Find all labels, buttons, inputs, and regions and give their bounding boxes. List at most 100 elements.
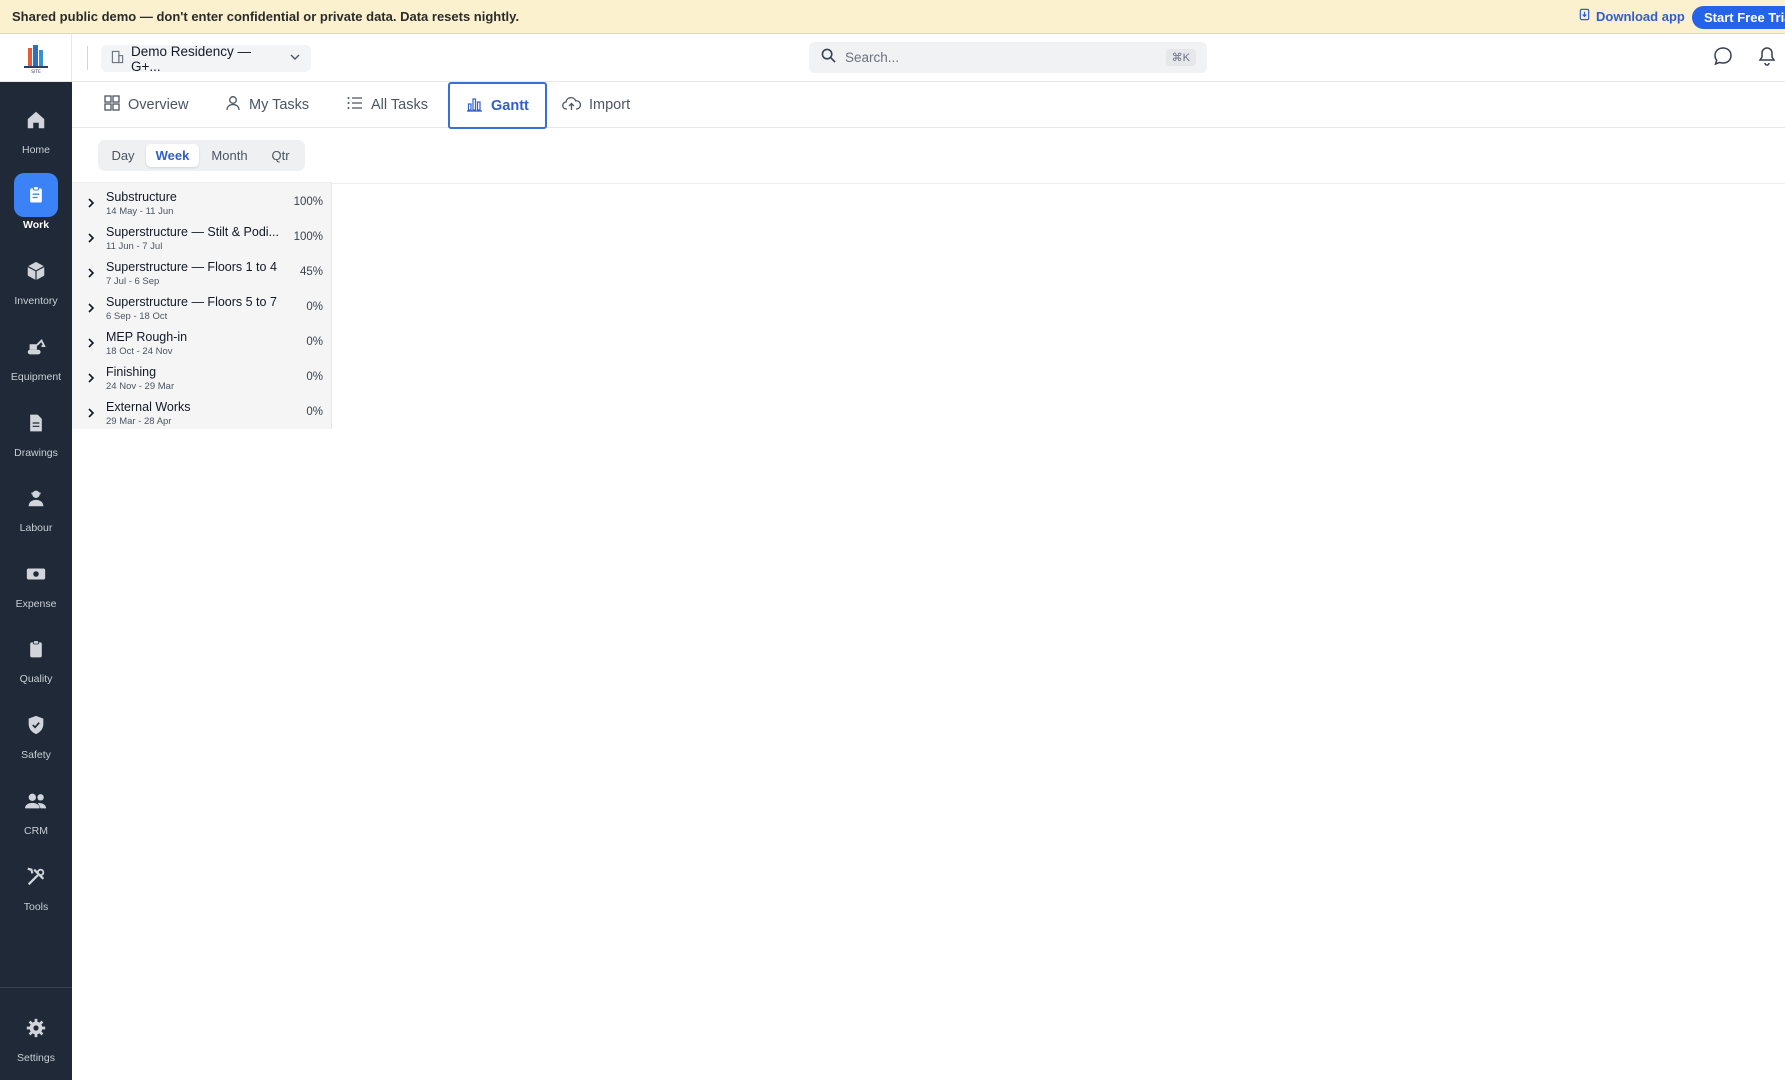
scale-qtr-button[interactable]: Qtr [260, 144, 301, 167]
phase-progress: 0% [306, 336, 323, 348]
tab-all-tasks[interactable]: All Tasks [331, 82, 444, 128]
start-trial-button[interactable]: Start Free Trial [1692, 6, 1785, 29]
nav-label: Expense [15, 598, 57, 610]
nav-labour[interactable]: Labour [0, 476, 72, 542]
phase-dates: 6 Sep - 18 Oct [106, 311, 168, 322]
nav-label: Labour [19, 522, 53, 534]
building-icon [111, 50, 124, 67]
nav-safety[interactable]: Safety [0, 703, 72, 769]
phase-dates: 29 Mar - 28 Apr [106, 416, 172, 427]
nav-label: Settings [17, 1052, 55, 1064]
users-icon [14, 779, 58, 823]
tab-overview[interactable]: Overview [88, 82, 204, 128]
nav-label: CRM [24, 825, 48, 837]
gantt-row[interactable]: MEP Rough-in 18 Oct - 24 Nov 0% [72, 325, 332, 360]
user-icon [225, 95, 241, 115]
svg-text:SITE: SITE [31, 69, 41, 74]
phase-progress: 0% [306, 301, 323, 313]
phase-dates: 24 Nov - 29 Mar [106, 381, 175, 392]
phase-progress: 100% [293, 196, 323, 208]
clipboard-check-icon [14, 627, 58, 671]
gear-icon [14, 1006, 58, 1050]
document-icon [14, 401, 58, 445]
box-icon [14, 249, 58, 293]
search-shortcut: ⌘K [1165, 49, 1196, 66]
home-icon [14, 98, 58, 142]
phase-name: Finishing [106, 365, 157, 379]
nav-label: Drawings [14, 447, 58, 459]
nav-label: Home [21, 144, 50, 156]
nav-crm[interactable]: CRM [0, 779, 72, 845]
gantt-row[interactable]: Finishing 24 Nov - 29 Mar 0% [72, 360, 332, 395]
project-name: Demo Residency — G+... [131, 43, 252, 74]
phase-dates: 7 Jul - 6 Sep [106, 276, 160, 287]
tab-import[interactable]: Import [546, 82, 646, 128]
phase-progress: 45% [299, 266, 323, 278]
sidebar: SITE Home Work Inventory Equipment Drawi… [0, 34, 72, 1080]
scale-month-button[interactable]: Month [201, 144, 258, 167]
phase-name: Substructure [106, 190, 177, 204]
logo[interactable]: SITE [0, 34, 72, 82]
tools-icon [14, 855, 58, 899]
chevron-right-icon[interactable] [86, 196, 96, 214]
gantt-row[interactable]: Superstructure — Stilt & Podi... 11 Jun … [72, 220, 332, 255]
nav-equipment[interactable]: Equipment [0, 325, 72, 391]
sidebar-divider [0, 987, 72, 988]
nav-expense[interactable]: Expense [0, 552, 72, 618]
search-input[interactable]: Search... ⌘K [809, 42, 1207, 73]
download-label: Download app [1596, 8, 1685, 24]
gantt-row[interactable]: Substructure 14 May - 11 Jun 100% [72, 185, 332, 220]
phase-dates: 18 Oct - 24 Nov [106, 346, 173, 357]
tab-label: All Tasks [371, 97, 428, 113]
banner-text: Shared public demo — don't enter confide… [12, 9, 520, 24]
phase-name: External Works [106, 400, 191, 414]
worker-icon [14, 476, 58, 520]
search-placeholder: Search... [845, 50, 900, 65]
nav-label: Equipment [10, 371, 62, 383]
project-selector[interactable]: Demo Residency — G+... [101, 43, 311, 74]
gantt-panel-header: Day Week Month Qtr [72, 128, 332, 183]
chevron-right-icon[interactable] [86, 301, 96, 319]
chevron-right-icon[interactable] [86, 406, 96, 424]
cloud-upload-icon [562, 96, 582, 115]
phase-progress: 100% [293, 231, 323, 243]
nav-home[interactable]: Home [0, 98, 72, 164]
phase-progress: 0% [306, 371, 323, 383]
tab-bar: Overview My Tasks All Tasks Gantt Import [72, 82, 1785, 129]
bell-icon[interactable] [1758, 46, 1776, 71]
chevron-down-icon [289, 51, 301, 66]
nav-label: Quality [19, 673, 53, 685]
tab-my-tasks[interactable]: My Tasks [209, 82, 325, 128]
shield-icon [14, 703, 58, 747]
scale-week-button[interactable]: Week [146, 144, 199, 167]
nav-work[interactable]: Work [0, 173, 72, 239]
nav-tools[interactable]: Tools [0, 855, 72, 921]
phase-name: Superstructure — Floors 1 to 4 [106, 260, 277, 274]
chevron-right-icon[interactable] [86, 371, 96, 389]
clipboard-icon [14, 173, 58, 217]
download-app-link[interactable]: Download app [1578, 8, 1685, 24]
chevron-right-icon[interactable] [86, 231, 96, 249]
logo-icon: SITE [23, 44, 48, 74]
gantt-row[interactable]: External Works 29 Mar - 28 Apr 0% [72, 395, 332, 430]
phase-dates: 14 May - 11 Jun [106, 206, 174, 217]
gantt-row[interactable]: Superstructure — Floors 1 to 4 7 Jul - 6… [72, 255, 332, 290]
phase-name: Superstructure — Floors 5 to 7 [106, 295, 277, 309]
nav-inventory[interactable]: Inventory [0, 249, 72, 315]
phase-progress: 0% [306, 406, 323, 418]
tab-gantt[interactable]: Gantt [448, 82, 547, 129]
nav-settings[interactable]: Settings [0, 1006, 72, 1072]
gantt-row[interactable]: Superstructure — Floors 5 to 7 6 Sep - 1… [72, 290, 332, 325]
chevron-right-icon[interactable] [86, 336, 96, 354]
gantt-timeline-header [332, 128, 1785, 184]
list-icon [347, 96, 363, 114]
chevron-right-icon[interactable] [86, 266, 96, 284]
bar-chart-icon [466, 96, 483, 116]
phase-name: Superstructure — Stilt & Podi... [106, 225, 279, 239]
nav-quality[interactable]: Quality [0, 627, 72, 693]
chat-icon[interactable] [1713, 46, 1733, 71]
scale-day-button[interactable]: Day [102, 144, 144, 167]
phase-name: MEP Rough-in [106, 330, 188, 344]
nav-drawings[interactable]: Drawings [0, 401, 72, 467]
demo-banner: Shared public demo — don't enter confide… [0, 0, 1785, 34]
